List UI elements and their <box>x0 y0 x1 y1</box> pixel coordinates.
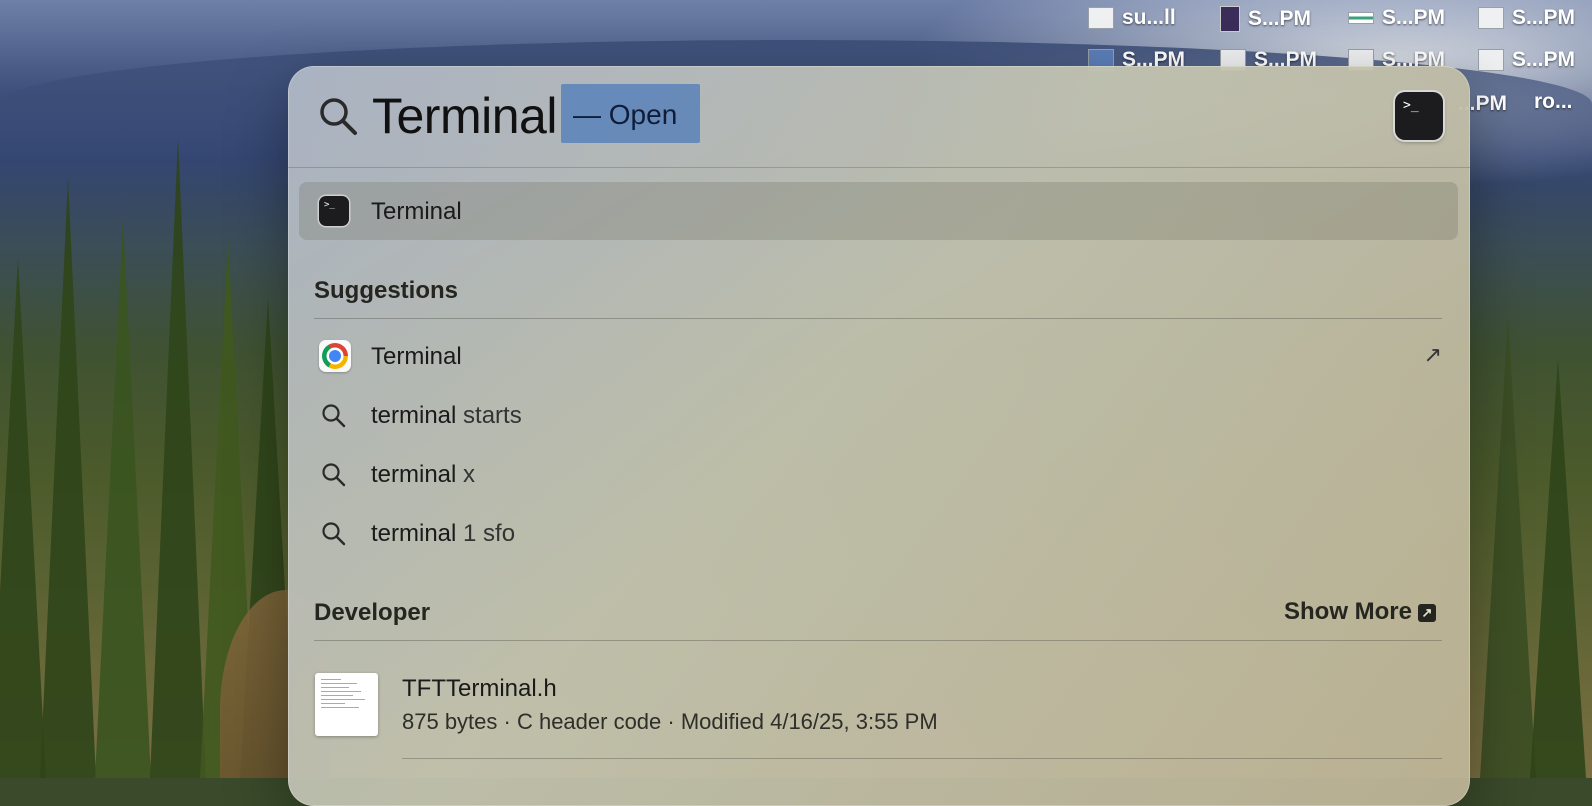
autocomplete-selection: — Open <box>561 84 700 143</box>
suggestion-label: terminal starts <box>371 402 522 430</box>
arrow-up-right-icon: ↗ <box>1418 604 1436 622</box>
suggestions-heading: Suggestions <box>314 277 459 304</box>
show-more-label: Show More <box>1283 598 1412 625</box>
suggestion-label: terminal 1 sfo <box>371 520 515 548</box>
desktop-file[interactable]: S...PM <box>1478 6 1575 30</box>
desktop-file-label: ro... <box>1534 90 1573 113</box>
desktop-file[interactable]: S...PM <box>1348 6 1445 30</box>
desktop-file[interactable]: ro... <box>1534 90 1573 114</box>
divider <box>288 167 1470 168</box>
top-hit-terminal[interactable]: >_ Terminal <box>299 182 1458 240</box>
suggestion-text: Terminal <box>371 343 462 370</box>
search-icon <box>322 522 346 546</box>
show-more-button[interactable]: Show More ↗ <box>1284 598 1436 626</box>
file-thumbnail-icon <box>1478 7 1504 29</box>
document-thumbnail-icon <box>315 673 378 736</box>
wallpaper-tree <box>150 138 206 778</box>
wallpaper-tree <box>40 178 96 778</box>
divider <box>402 758 1442 759</box>
arrow-up-right-icon: ↗ <box>1423 342 1442 367</box>
file-thumbnail-icon <box>1348 12 1374 24</box>
search-icon <box>322 463 346 487</box>
desktop-file[interactable]: su...ll <box>1088 6 1176 30</box>
search-icon <box>322 404 346 428</box>
file-thumbnail-icon <box>1088 7 1114 29</box>
desktop-file[interactable]: S...PM <box>1220 6 1311 32</box>
terminal-app-icon: >_ <box>319 196 349 226</box>
divider <box>314 318 1442 319</box>
desktop-file[interactable]: S...PM <box>1478 48 1575 72</box>
file-thumbnail-icon <box>1220 6 1240 32</box>
suggestion-match-text: terminal <box>371 402 457 429</box>
file-metadata: 875 bytes · C header code · Modified 4/1… <box>402 709 938 734</box>
divider <box>314 640 1442 641</box>
developer-heading: Developer <box>314 599 431 626</box>
suggestion-completion-text: x <box>456 461 476 488</box>
spotlight-search-bar[interactable]: Terminal — Open >_ <box>288 66 1470 168</box>
suggestion-label: Terminal <box>371 343 462 371</box>
desktop-file-label: S...PM <box>1382 6 1446 29</box>
file-name: TFTTerminal.h <box>402 675 557 702</box>
suggestion-match-text: terminal <box>371 520 457 547</box>
suggestion-match-text: terminal <box>371 461 457 488</box>
desktop-file-label: S...PM <box>1512 6 1576 29</box>
spotlight-panel: Terminal — Open >_ >_ Terminal Suggestio… <box>288 66 1470 806</box>
wallpaper-tree <box>1530 358 1586 778</box>
desktop-file-label: S...PM <box>1512 48 1576 71</box>
suggestion-completion-text: starts <box>456 402 522 429</box>
terminal-app-icon: >_ <box>1395 92 1443 140</box>
desktop-file-label: su...ll <box>1122 6 1176 29</box>
desktop-file-label: S...PM <box>1248 7 1312 30</box>
suggestion-completion-text: 1 sfo <box>456 520 516 547</box>
wallpaper-tree <box>95 218 151 778</box>
top-hit-label: Terminal <box>371 198 462 225</box>
chrome-icon <box>319 340 351 372</box>
spotlight-query-input[interactable]: Terminal <box>372 88 557 144</box>
suggestion-label: terminal x <box>371 461 475 489</box>
file-thumbnail-icon <box>1478 49 1504 71</box>
search-icon <box>320 98 357 135</box>
wallpaper-tree <box>1480 318 1536 778</box>
